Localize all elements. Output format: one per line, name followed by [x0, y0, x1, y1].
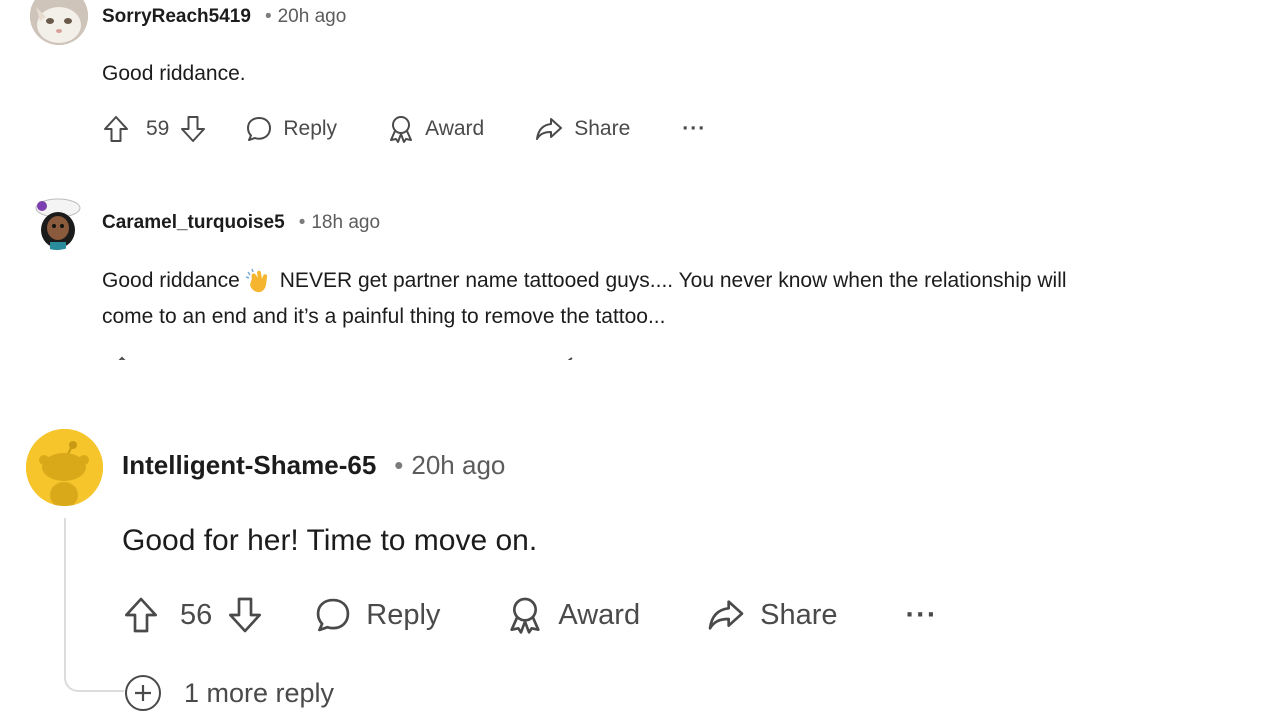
award-button[interactable]: Award	[506, 595, 640, 635]
cat-avatar[interactable]	[30, 0, 88, 45]
reply-button[interactable]: Reply	[245, 115, 337, 143]
timestamp[interactable]: 20h ago	[411, 450, 505, 481]
comment-actions: 59 Reply Award Share ···	[102, 114, 706, 144]
comment-bubble-icon	[316, 598, 350, 632]
award-label: Award	[558, 598, 641, 631]
reply-button[interactable]: Reply	[314, 596, 440, 634]
more-options-button[interactable]: ···	[906, 599, 938, 632]
separator-dot: •	[394, 450, 404, 480]
expand-plus-icon	[125, 675, 161, 711]
clipped-actions-row	[102, 352, 662, 360]
avatar[interactable]	[26, 429, 103, 506]
username[interactable]: SorryReach5419	[102, 6, 251, 28]
thread-line[interactable]	[64, 518, 124, 692]
downvote-icon	[181, 116, 206, 142]
comment-meta: Intelligent-Shame-65 • 20h ago	[122, 450, 505, 481]
reply-label: Reply	[283, 117, 338, 140]
separator-dot: •	[298, 212, 306, 233]
share-button[interactable]: Share	[706, 596, 838, 634]
comment-text: Good riddance NEVER get partner name tat…	[102, 268, 1067, 294]
share-icon	[536, 118, 563, 140]
separator-dot: •	[264, 6, 272, 27]
award-icon	[510, 597, 541, 634]
more-replies-label: 1 more reply	[184, 677, 335, 708]
top-screenshot: SorryReach5419 • 20h ago Good riddance. …	[0, 0, 1280, 360]
comment-meta: SorryReach5419 • 20h ago	[102, 6, 346, 28]
downvote-button[interactable]	[226, 595, 264, 635]
reply-label: Reply	[366, 598, 441, 631]
comment-text-part: NEVER get partner name tattooed guys....…	[279, 269, 1067, 292]
timestamp[interactable]: 18h ago	[311, 212, 380, 234]
more-replies-link[interactable]: 1 more reply	[124, 674, 334, 712]
award-label: Award	[425, 117, 485, 140]
share-label: Share	[760, 598, 838, 631]
comment-text-part: Good riddance	[102, 269, 240, 292]
snoo-avatar-icon	[26, 429, 103, 506]
more-options-icon: ···	[905, 598, 938, 631]
username[interactable]: Intelligent-Shame-65	[122, 450, 376, 481]
share-icon	[708, 600, 744, 630]
clipped-icons	[118, 356, 573, 360]
avatar[interactable]	[28, 192, 86, 250]
comment-meta: Caramel_turquoise5 • 18h ago	[102, 212, 380, 234]
clap-emoji-icon	[245, 268, 267, 293]
more-options-icon: ···	[682, 117, 707, 140]
timestamp[interactable]: 20h ago	[278, 6, 347, 28]
more-options-button[interactable]: ···	[682, 117, 706, 141]
share-label: Share	[574, 117, 631, 140]
downvote-button[interactable]	[179, 114, 207, 144]
comment-bubble-icon	[247, 117, 272, 141]
share-button[interactable]: Share	[534, 115, 630, 143]
downvote-icon	[229, 597, 262, 633]
comment-text-line-2: come to an end and it’s a painful thing …	[102, 305, 666, 328]
upvote-icon	[104, 116, 128, 142]
award-button[interactable]: Award	[387, 114, 484, 144]
upvote-icon	[125, 597, 157, 633]
upvote-button[interactable]	[122, 595, 160, 635]
page: SorryReach5419 • 20h ago Good riddance. …	[0, 0, 1280, 720]
upvote-button[interactable]	[102, 114, 130, 144]
comment-text: Good for her! Time to move on.	[122, 524, 538, 557]
vote-count: 59	[146, 117, 170, 140]
vote-count: 56	[180, 598, 213, 631]
comment-actions: 56 Reply Award Share ···	[122, 595, 937, 635]
comment-text: Good riddance.	[102, 62, 246, 85]
snoo-avatar-image	[35, 198, 81, 250]
username[interactable]: Caramel_turquoise5	[102, 212, 285, 234]
cat-avatar-image	[30, 0, 88, 45]
award-icon	[390, 116, 413, 143]
